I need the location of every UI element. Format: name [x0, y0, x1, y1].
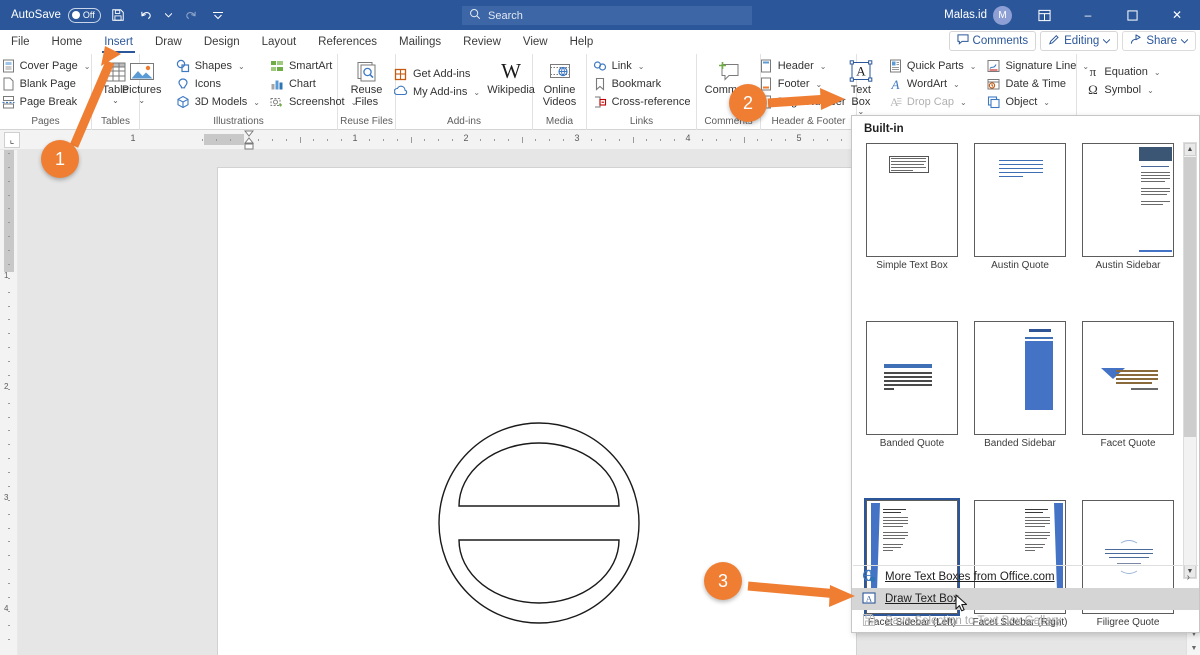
callout-badge-3: 3 — [704, 562, 742, 600]
callout-badge-1: 1 — [41, 140, 79, 178]
callout-badge-2: 2 — [729, 84, 767, 122]
callout-arrows — [69, 46, 855, 607]
